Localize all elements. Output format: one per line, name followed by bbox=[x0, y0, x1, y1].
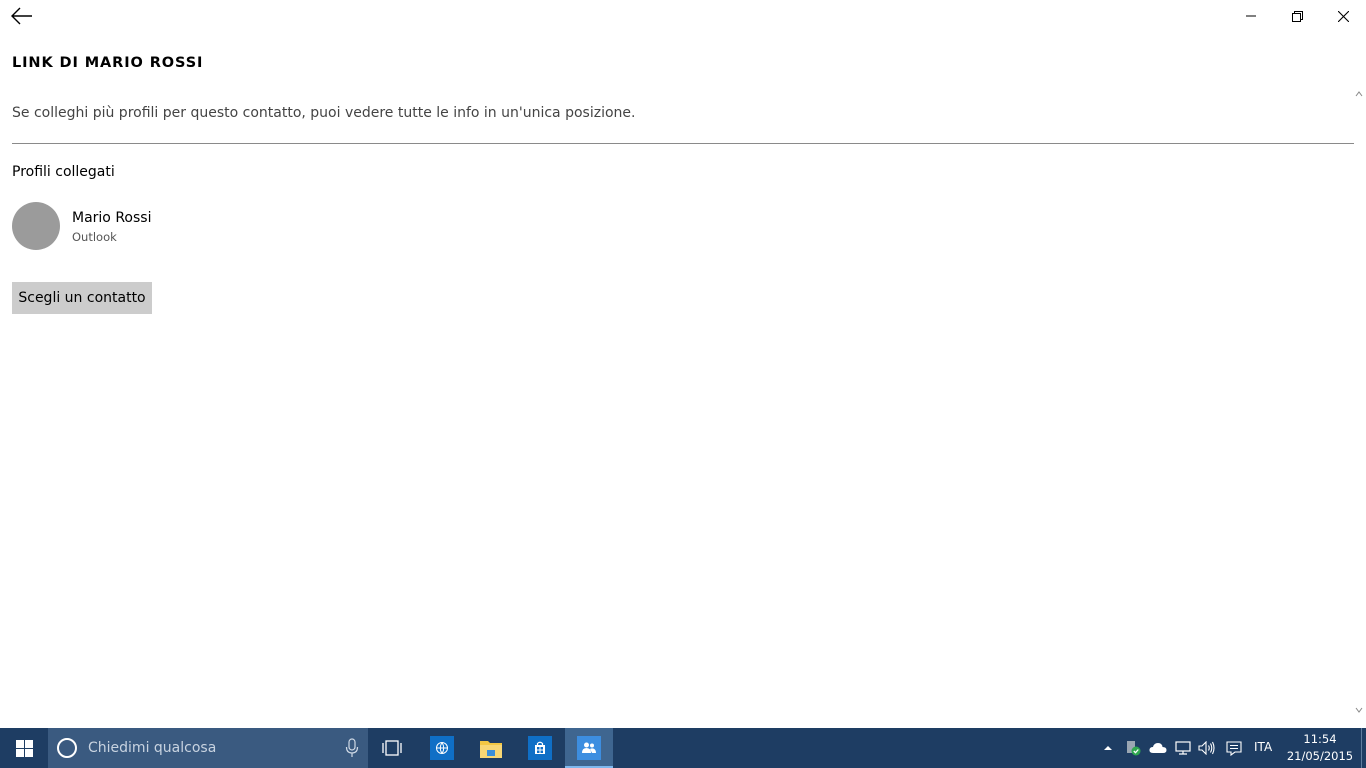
clock-date: 21/05/2015 bbox=[1286, 749, 1354, 763]
input-language[interactable]: ITA bbox=[1254, 740, 1272, 754]
microphone-icon[interactable] bbox=[344, 738, 360, 758]
show-hidden-icons-button[interactable] bbox=[1098, 728, 1118, 768]
minimize-button[interactable] bbox=[1228, 0, 1274, 32]
task-view-button[interactable] bbox=[368, 728, 416, 768]
folder-icon bbox=[480, 741, 502, 758]
windows-logo-icon bbox=[15, 739, 33, 757]
minimize-icon bbox=[1246, 15, 1256, 17]
clock-time: 11:54 bbox=[1303, 732, 1337, 746]
start-button[interactable] bbox=[0, 728, 48, 768]
volume-icon bbox=[1198, 741, 1215, 755]
scroll-up-icon[interactable] bbox=[1355, 90, 1363, 98]
task-view-icon bbox=[382, 740, 402, 756]
close-icon bbox=[1337, 10, 1349, 22]
divider bbox=[12, 143, 1354, 144]
taskbar-app-people[interactable] bbox=[565, 728, 613, 768]
taskbar-app-edge[interactable] bbox=[418, 728, 466, 768]
network-icon bbox=[1175, 741, 1191, 755]
taskbar-app-store[interactable] bbox=[516, 728, 564, 768]
restore-icon bbox=[1291, 10, 1303, 22]
profile-name: Mario Rossi bbox=[72, 210, 152, 226]
action-center-button[interactable] bbox=[1222, 728, 1246, 768]
section-title-linked-profiles: Profili collegati bbox=[12, 164, 115, 180]
system-clock[interactable]: 11:54 21/05/2015 bbox=[1282, 731, 1358, 765]
taskbar: Chiedimi qualcosa ITA 11:54 21/05/2015 bbox=[0, 728, 1366, 768]
notification-icon bbox=[1226, 740, 1242, 756]
profile-source: Outlook bbox=[72, 230, 117, 244]
search-placeholder: Chiedimi qualcosa bbox=[88, 740, 217, 756]
linked-profile-item[interactable]: Mario Rossi Outlook bbox=[12, 202, 312, 250]
people-app-window: LINK DI MARIO ROSSI Se colleghi più prof… bbox=[0, 0, 1366, 728]
choose-contact-button[interactable]: Scegli un contatto bbox=[12, 282, 152, 314]
chevron-up-icon bbox=[1104, 746, 1112, 750]
cloud-icon bbox=[1149, 743, 1167, 753]
show-desktop-button[interactable] bbox=[1361, 728, 1362, 768]
tray-volume[interactable] bbox=[1196, 728, 1218, 768]
page-description: Se colleghi più profili per questo conta… bbox=[12, 105, 636, 121]
cortana-icon[interactable] bbox=[57, 738, 77, 758]
scroll-down-icon[interactable] bbox=[1355, 706, 1363, 714]
browser-icon bbox=[430, 736, 454, 760]
avatar bbox=[12, 202, 60, 250]
tray-onedrive[interactable] bbox=[1146, 728, 1170, 768]
taskbar-app-file-explorer[interactable] bbox=[467, 728, 515, 768]
taskbar-search-box[interactable]: Chiedimi qualcosa bbox=[48, 728, 368, 768]
people-icon bbox=[577, 736, 601, 760]
shield-check-icon bbox=[1127, 741, 1141, 756]
tray-network[interactable] bbox=[1172, 728, 1194, 768]
scrollbar[interactable] bbox=[1353, 88, 1365, 718]
back-arrow-icon bbox=[11, 7, 32, 25]
store-icon bbox=[528, 736, 552, 760]
close-button[interactable] bbox=[1320, 0, 1366, 32]
page-title: LINK DI MARIO ROSSI bbox=[12, 55, 204, 71]
tray-defender[interactable] bbox=[1122, 728, 1144, 768]
back-button[interactable] bbox=[6, 0, 38, 32]
restore-button[interactable] bbox=[1274, 0, 1320, 32]
